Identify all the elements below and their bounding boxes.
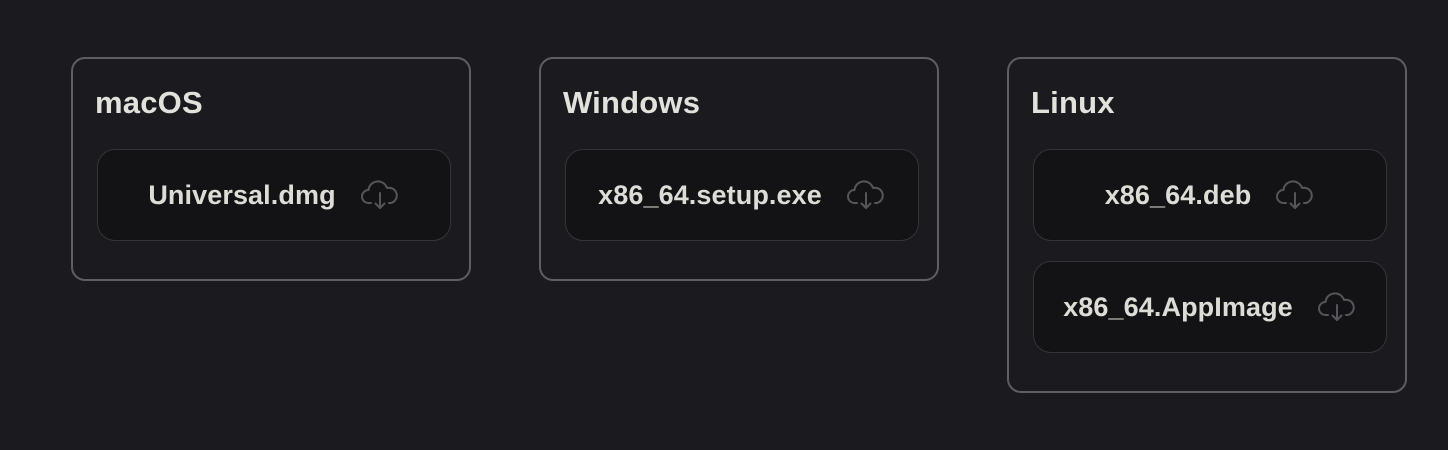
download-button-deb[interactable]: x86_64.deb bbox=[1033, 149, 1387, 241]
cloud-download-icon bbox=[360, 179, 400, 211]
platform-card-windows: Windows x86_64.setup.exe bbox=[539, 57, 939, 281]
download-button-universal-dmg[interactable]: Universal.dmg bbox=[97, 149, 451, 241]
platform-card-macos: macOS Universal.dmg bbox=[71, 57, 471, 281]
platform-title: Windows bbox=[563, 85, 701, 120]
cloud-download-icon bbox=[1275, 179, 1315, 211]
download-label: x86_64.AppImage bbox=[1063, 291, 1293, 322]
platform-title: Linux bbox=[1031, 85, 1115, 120]
download-label: x86_64.deb bbox=[1104, 179, 1252, 210]
download-button-appimage[interactable]: x86_64.AppImage bbox=[1033, 261, 1387, 353]
download-page: macOS Universal.dmg Windows x86_64.setup… bbox=[0, 0, 1448, 450]
download-list: x86_64.setup.exe bbox=[563, 149, 919, 241]
download-label: Universal.dmg bbox=[148, 179, 336, 210]
download-list: x86_64.deb x86_64.AppImage bbox=[1031, 149, 1387, 353]
cloud-download-icon bbox=[846, 179, 886, 211]
download-list: Universal.dmg bbox=[95, 149, 451, 241]
cloud-download-icon bbox=[1317, 291, 1357, 323]
download-label: x86_64.setup.exe bbox=[598, 179, 822, 210]
download-button-setup-exe[interactable]: x86_64.setup.exe bbox=[565, 149, 919, 241]
platform-card-linux: Linux x86_64.deb x86_64.AppImage bbox=[1007, 57, 1407, 393]
platform-title: macOS bbox=[95, 85, 203, 120]
